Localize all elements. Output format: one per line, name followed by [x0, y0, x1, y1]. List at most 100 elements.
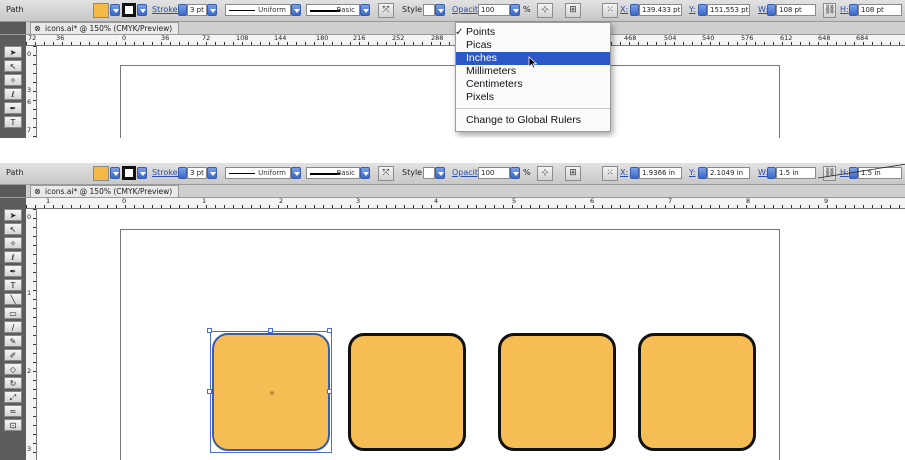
- horizontal-ruler[interactable]: 1 0 1 2 3 4 5 6 7 8 9: [26, 198, 905, 209]
- selection-tool-icon[interactable]: ➤: [4, 209, 22, 221]
- resize-handle[interactable]: [207, 328, 212, 333]
- pen-tool-icon[interactable]: ✒: [4, 265, 22, 277]
- artboard[interactable]: [120, 65, 780, 138]
- menu-item-global-rulers[interactable]: Change to Global Rulers: [456, 114, 610, 127]
- x-field[interactable]: 1.9366 in: [639, 167, 682, 179]
- variable-width-profile[interactable]: Uniform: [225, 4, 291, 16]
- lasso-tool-icon[interactable]: ℓ: [4, 251, 22, 263]
- close-icon[interactable]: ⊗: [34, 23, 41, 34]
- rounded-square[interactable]: [638, 333, 756, 451]
- rounded-square[interactable]: [348, 333, 466, 451]
- menu-item-pixels[interactable]: Pixels: [456, 91, 610, 104]
- y-field[interactable]: 151.553 pt: [707, 4, 750, 16]
- h-stepper[interactable]: [849, 4, 858, 16]
- w-stepper[interactable]: [767, 4, 776, 16]
- fill-dropdown[interactable]: [110, 4, 120, 16]
- resize-handle[interactable]: [268, 328, 273, 333]
- align-icon[interactable]: ⊞: [565, 3, 581, 18]
- type-tool-icon[interactable]: T: [4, 279, 22, 291]
- w-field[interactable]: 108 pt: [776, 4, 816, 16]
- rotate-tool-icon[interactable]: ↻: [4, 377, 22, 389]
- stroke-weight-field[interactable]: 3 pt: [187, 167, 207, 179]
- eraser-tool-icon[interactable]: ◇: [4, 363, 22, 375]
- fill-dropdown[interactable]: [110, 167, 120, 179]
- reference-point-icon[interactable]: ⁙: [602, 3, 618, 18]
- free-transform-tool-icon[interactable]: ⊡: [4, 419, 22, 431]
- resize-handle[interactable]: [327, 328, 332, 333]
- rectangle-tool-icon[interactable]: ▭: [4, 307, 22, 319]
- pasteboard[interactable]: [37, 209, 905, 460]
- x-stepper[interactable]: [630, 167, 639, 179]
- x-field[interactable]: 139.433 pt: [639, 4, 682, 16]
- w-field[interactable]: 1.5 in: [776, 167, 816, 179]
- vertical-ruler[interactable]: 0 1 2 3: [26, 209, 37, 460]
- direct-selection-tool-icon[interactable]: ↖: [4, 60, 22, 72]
- brush-definition[interactable]: Basic: [306, 167, 360, 179]
- style-dropdown[interactable]: [435, 167, 445, 179]
- style-swatch[interactable]: [423, 167, 435, 179]
- h-field[interactable]: 108 pt: [858, 4, 902, 16]
- link-proportions-icon[interactable]: ⛓: [823, 3, 836, 18]
- paintbrush-tool-icon[interactable]: ∕: [4, 321, 22, 333]
- vertical-ruler[interactable]: 0 3 6 7: [26, 46, 37, 138]
- scale-tool-icon[interactable]: ⤢: [4, 391, 22, 403]
- stroke-dropdown[interactable]: [137, 4, 147, 16]
- opacity-dropdown[interactable]: [510, 4, 520, 16]
- brush-dropdown[interactable]: [360, 167, 370, 179]
- profile-dropdown[interactable]: [291, 167, 301, 179]
- y-field[interactable]: 2.1049 in: [707, 167, 750, 179]
- selection-tool-icon[interactable]: ➤: [4, 46, 22, 58]
- w-stepper[interactable]: [767, 167, 776, 179]
- fill-color-swatch[interactable]: [93, 166, 109, 181]
- select-similar-icon[interactable]: ⊹: [537, 3, 553, 18]
- stroke-weight-stepper[interactable]: [178, 167, 187, 179]
- stroke-dropdown[interactable]: [137, 167, 147, 179]
- pen-tool-icon[interactable]: ✒: [4, 102, 22, 114]
- opacity-field[interactable]: 100: [478, 4, 510, 16]
- brush-definition[interactable]: Basic: [306, 4, 360, 16]
- fill-color-swatch[interactable]: [93, 3, 109, 18]
- variable-width-profile[interactable]: Uniform: [225, 167, 291, 179]
- resize-handle[interactable]: [327, 389, 332, 394]
- stroke-weight-stepper[interactable]: [178, 4, 187, 16]
- pencil-tool-icon[interactable]: ✎: [4, 335, 22, 347]
- menu-item-points[interactable]: ✓ Points: [455, 26, 610, 39]
- rounded-square[interactable]: [498, 333, 616, 451]
- stroke-weight-field[interactable]: 3 pt: [187, 4, 207, 16]
- opacity-field[interactable]: 100: [478, 167, 510, 179]
- document-tab[interactable]: ⊗ icons.ai* @ 150% (CMYK/Preview): [30, 22, 180, 34]
- stroke-label[interactable]: Stroke:: [152, 5, 180, 14]
- style-dropdown[interactable]: [435, 4, 445, 16]
- resize-handle[interactable]: [207, 389, 212, 394]
- opacity-dropdown[interactable]: [510, 167, 520, 179]
- y-stepper[interactable]: [698, 167, 707, 179]
- x-stepper[interactable]: [630, 4, 639, 16]
- stroke-weight-dropdown[interactable]: [207, 167, 217, 179]
- y-stepper[interactable]: [698, 4, 707, 16]
- profile-dropdown[interactable]: [291, 4, 301, 16]
- magic-wand-tool-icon[interactable]: ✧: [4, 237, 22, 249]
- line-tool-icon[interactable]: ╲: [4, 293, 22, 305]
- menu-item-centimeters[interactable]: Centimeters: [456, 78, 610, 91]
- warp-tool-icon[interactable]: ≈: [4, 405, 22, 417]
- align-icon[interactable]: ⊞: [565, 166, 581, 181]
- reference-point-icon[interactable]: ⁙: [602, 166, 618, 181]
- recolor-button[interactable]: ⤧: [378, 3, 394, 18]
- magic-wand-tool-icon[interactable]: ✧: [4, 74, 22, 86]
- type-tool-icon[interactable]: T: [4, 116, 22, 128]
- stroke-weight-dropdown[interactable]: [207, 4, 217, 16]
- selected-rounded-square[interactable]: [207, 328, 332, 453]
- stroke-label[interactable]: Stroke:: [152, 168, 180, 177]
- blob-brush-tool-icon[interactable]: ✐: [4, 349, 22, 361]
- select-similar-icon[interactable]: ⊹: [537, 166, 553, 181]
- stroke-color-swatch[interactable]: [122, 166, 136, 180]
- document-tab[interactable]: ⊗ icons.ai* @ 150% (CMYK/Preview): [30, 185, 180, 197]
- stroke-color-swatch[interactable]: [122, 3, 136, 17]
- lasso-tool-icon[interactable]: ℓ: [4, 88, 22, 100]
- style-swatch[interactable]: [423, 4, 435, 16]
- brush-dropdown[interactable]: [360, 4, 370, 16]
- close-icon[interactable]: ⊗: [34, 186, 41, 197]
- menu-item-picas[interactable]: Picas: [456, 39, 610, 52]
- recolor-button[interactable]: ⤧: [378, 166, 394, 181]
- direct-selection-tool-icon[interactable]: ↖: [4, 223, 22, 235]
